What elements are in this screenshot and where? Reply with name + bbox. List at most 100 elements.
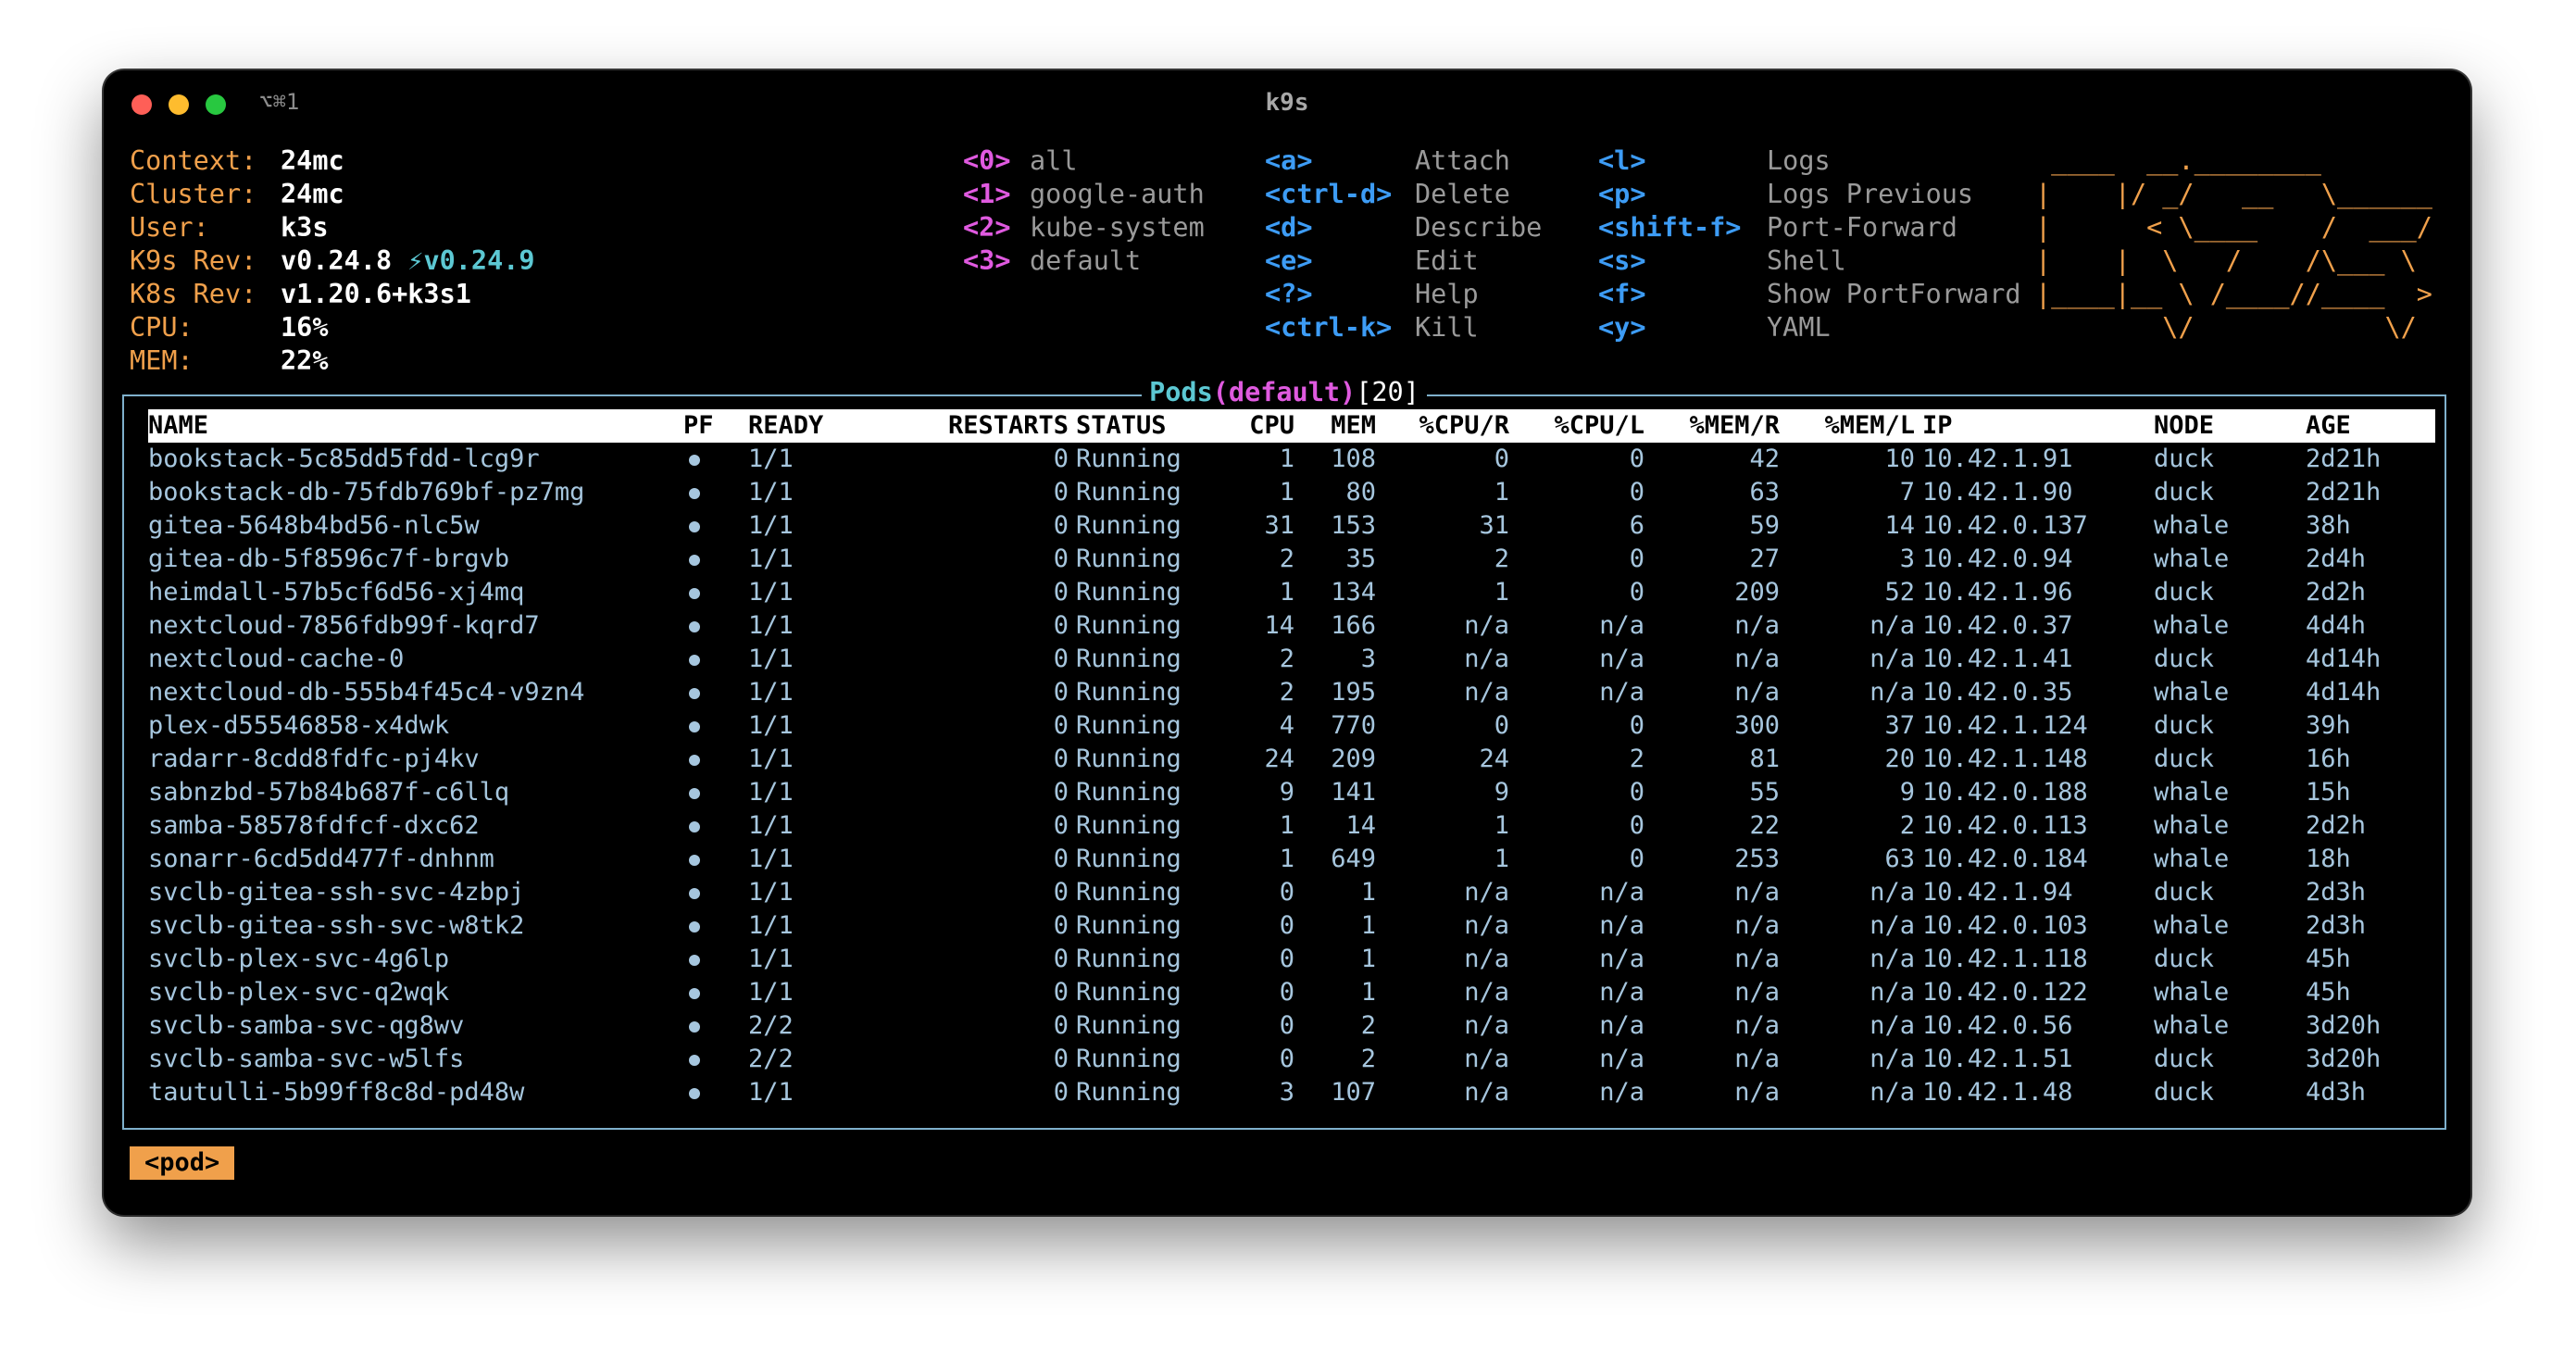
cell-ip: 10.42.1.41 (1922, 645, 2073, 673)
column-header-ip[interactable]: IP (1922, 409, 1953, 443)
table-row[interactable]: plex-d55546858-x4dwk 1/1 0 Running 4 770 0 0 300… (148, 709, 2435, 743)
cell-ready: 1/1 (748, 444, 794, 473)
table-row[interactable]: bookstack-5c85dd5fdd-lcg9r 1/1 0 Running 1 10… (148, 443, 2435, 476)
info-value: 24mc (281, 179, 344, 209)
table-row[interactable]: svclb-plex-svc-4g6lp 1/1 0 Running 0 1 n/a n/a n… (148, 943, 2435, 976)
info-row: Context: 24mc (130, 144, 535, 178)
cell--cpu-r: n/a (1464, 1011, 1509, 1040)
hotkey-row[interactable]: <e> Edit (1265, 244, 1542, 278)
cell--mem-r: n/a (1734, 878, 1780, 907)
table-row[interactable]: nextcloud-db-555b4f45c4-v9zn4 1/1 0 Running… (148, 676, 2435, 709)
table-row[interactable]: tautulli-5b99ff8c8d-pd48w 1/1 0 Running 3 107… (148, 1076, 2435, 1109)
column-header-restarts[interactable]: RESTARTS (798, 409, 1069, 443)
cell-node: whale (2154, 911, 2230, 940)
port-forward-indicator (689, 1009, 700, 1043)
table-row[interactable]: radarr-8cdd8fdfc-pj4kv 1/1 0 Running 24 209 24… (148, 743, 2435, 776)
table-row[interactable]: nextcloud-cache-0 1/1 0 Running 2 3 n/a n/a n/a n… (148, 643, 2435, 676)
column-header--mem-r[interactable]: %MEM/R (1652, 409, 1780, 443)
table-row[interactable]: samba-58578fdfcf-dxc62 1/1 0 Running 1 14 1 0 22… (148, 809, 2435, 843)
terminal-window: ⌥⌘1 k9s Context: 24mc Cluster: 24mc User: k3s… (104, 70, 2470, 1215)
cell--cpu-l: 0 (1629, 578, 1644, 607)
table-row[interactable]: heimdall-57b5cf6d56-xj4mq 1/1 0 Running 1 134… (148, 576, 2435, 609)
cell-name: sonarr-6cd5dd477f-dnhnm (148, 845, 494, 873)
table-row[interactable]: nextcloud-7856fdb99f-kqrd7 1/1 0 Running 14 1… (148, 609, 2435, 643)
hotkey-row[interactable]: <s> Shell (1598, 244, 2021, 278)
cell--cpu-l: 0 (1629, 845, 1644, 873)
cell--mem-l: 10 (1884, 444, 1915, 473)
hotkey-label: Shell (1767, 245, 1846, 276)
table-row[interactable]: bookstack-db-75fdb769bf-pz7mg 1/1 0 Running… (148, 476, 2435, 509)
cell-node: duck (2154, 1078, 2215, 1107)
cell--cpu-r: 24 (1479, 745, 1509, 773)
hotkey-row[interactable]: <p> Logs Previous (1598, 178, 2021, 211)
namespace-row[interactable]: <0> all (963, 144, 1205, 178)
cell-ready: 1/1 (748, 945, 794, 973)
cell--mem-r: n/a (1734, 978, 1780, 1007)
hotkey-key: <ctrl-d> (1265, 179, 1393, 209)
column-header-mem[interactable]: MEM (1302, 409, 1376, 443)
column-header-cpu[interactable]: CPU (1222, 409, 1294, 443)
cell--mem-l: n/a (1869, 911, 1915, 940)
cell--mem-l: n/a (1869, 945, 1915, 973)
namespace-row[interactable]: <1> google-auth (963, 178, 1205, 211)
cell-age: 3d20h (2306, 1011, 2382, 1040)
table-row[interactable]: svclb-samba-svc-qg8wv 2/2 0 Running 0 2 n/a n/a… (148, 1009, 2435, 1043)
title-bar: ⌥⌘1 k9s (104, 70, 2470, 139)
port-forward-indicator (689, 776, 700, 809)
column-header-status[interactable]: STATUS (1076, 409, 1167, 443)
hotkey-row[interactable]: <ctrl-d> Delete (1265, 178, 1542, 211)
hotkey-label: Kill (1415, 312, 1479, 343)
cell-restarts: 0 (1053, 1045, 1069, 1073)
hotkey-label: Port-Forward (1767, 212, 1957, 243)
cell-node: duck (2154, 578, 2215, 607)
hotkey-row[interactable]: <f> Show PortForward (1598, 278, 2021, 311)
namespace-label: default (1030, 245, 1142, 276)
table-row[interactable]: gitea-db-5f8596c7f-brgvb 1/1 0 Running 2 35 2 0… (148, 543, 2435, 576)
table-row[interactable]: svclb-gitea-ssh-svc-4zbpj 1/1 0 Running 0 1 n/… (148, 876, 2435, 909)
table-row[interactable]: svclb-samba-svc-w5lfs 2/2 0 Running 0 2 n/a n/a… (148, 1043, 2435, 1076)
info-value: v1.20.6+k3s1 (281, 279, 471, 309)
hotkey-row[interactable]: <a> Attach (1265, 144, 1542, 178)
cell-node: whale (2154, 545, 2230, 573)
cell-ready: 1/1 (748, 911, 794, 940)
cell--mem-l: n/a (1869, 678, 1915, 707)
table-row[interactable]: svclb-plex-svc-q2wqk 1/1 0 Running 0 1 n/a n/a n… (148, 976, 2435, 1009)
info-value: v0.24.8 (281, 245, 393, 276)
column-header--mem-l[interactable]: %MEM/L (1787, 409, 1915, 443)
cell--mem-r: 42 (1749, 444, 1780, 473)
status-dot-icon (689, 587, 700, 599)
column-header-age[interactable]: AGE (2306, 409, 2351, 443)
cell--cpu-r: 0 (1494, 444, 1509, 473)
cell-name: svclb-samba-svc-qg8wv (148, 1011, 465, 1040)
hotkey-row[interactable]: <l> Logs (1598, 144, 2021, 178)
window-title: k9s (1265, 89, 1309, 117)
column-header--cpu-l[interactable]: %CPU/L (1517, 409, 1644, 443)
hotkey-row[interactable]: <d> Describe (1265, 211, 1542, 244)
namespace-row[interactable]: <3> default (963, 244, 1205, 278)
hotkey-row[interactable]: <y> YAML (1598, 311, 2021, 344)
table-row[interactable]: svclb-gitea-ssh-svc-w8tk2 1/1 0 Running 0 1 n/… (148, 909, 2435, 943)
cell-ready: 1/1 (748, 1078, 794, 1107)
cell-ip: 10.42.0.35 (1922, 678, 2073, 707)
table-row[interactable]: gitea-5648b4bd56-nlc5w 1/1 0 Running 31 153 31… (148, 509, 2435, 543)
column-header-node[interactable]: NODE (2154, 409, 2214, 443)
column-header--cpu-r[interactable]: %CPU/R (1383, 409, 1509, 443)
hotkey-key: <s> (1598, 245, 1646, 276)
cell--mem-r: 22 (1749, 811, 1780, 840)
breadcrumb-pod[interactable]: <pod> (130, 1146, 235, 1180)
info-label: K9s Rev: (130, 245, 257, 276)
cell--mem-r: n/a (1734, 945, 1780, 973)
table-row[interactable]: sonarr-6cd5dd477f-dnhnm 1/1 0 Running 1 649 1 0… (148, 843, 2435, 876)
namespace-row[interactable]: <2> kube-system (963, 211, 1205, 244)
cell-status: Running (1076, 778, 1182, 807)
table-row[interactable]: sabnzbd-57b84b687f-c6llq 1/1 0 Running 9 141 9… (148, 776, 2435, 809)
hotkey-row[interactable]: <?> Help (1265, 278, 1542, 311)
column-header-name[interactable]: NAME (148, 409, 208, 443)
column-header-pf[interactable]: PF (683, 409, 714, 443)
hotkey-row[interactable]: <ctrl-k> Kill (1265, 311, 1542, 344)
status-dot-icon (689, 954, 700, 966)
cell-restarts: 0 (1053, 678, 1069, 707)
cell-name: svclb-gitea-ssh-svc-4zbpj (148, 878, 525, 907)
cell-node: duck (2154, 745, 2215, 773)
hotkey-row[interactable]: <shift-f> Port-Forward (1598, 211, 2021, 244)
